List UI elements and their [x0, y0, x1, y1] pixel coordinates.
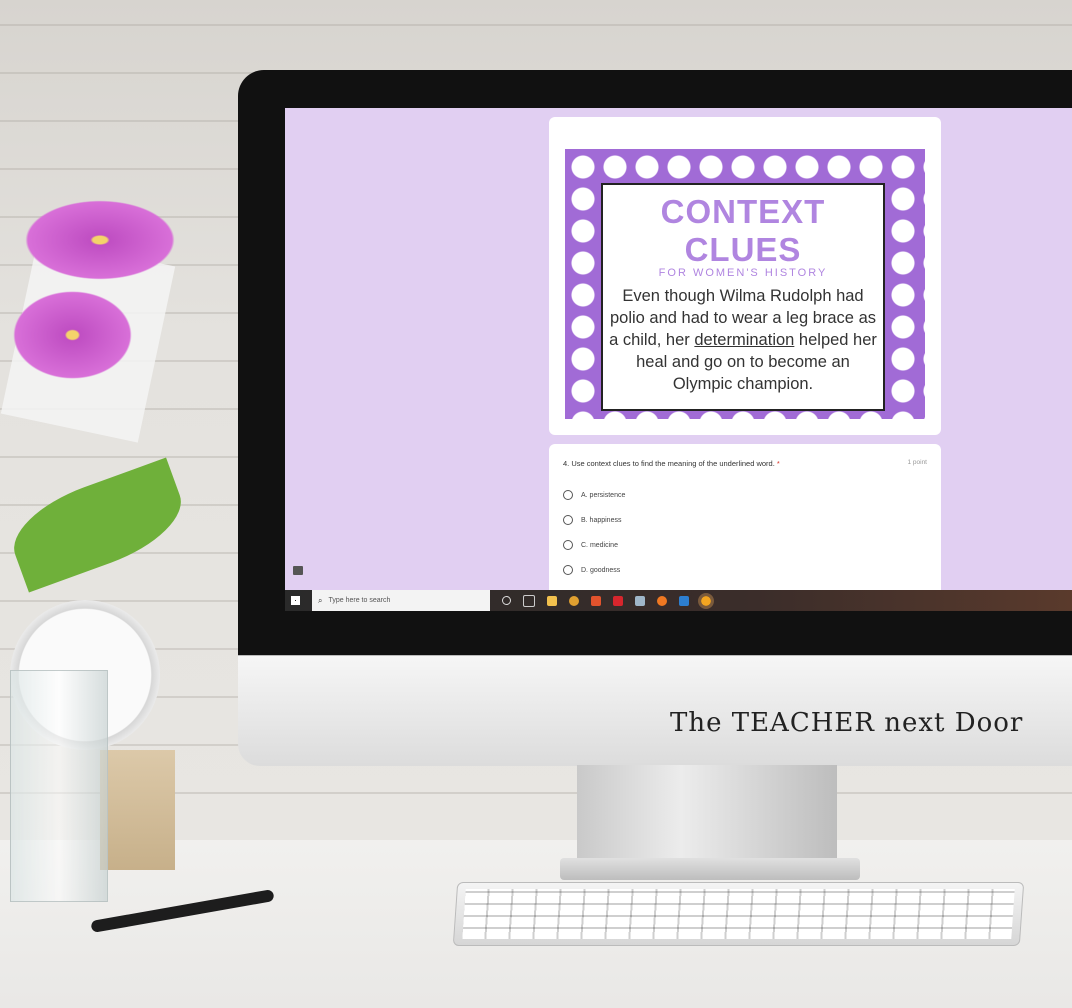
question-card: 4. Use context clues to find the meaning…	[549, 444, 941, 611]
taskbar-search[interactable]: ⌕ Type here to search	[312, 590, 490, 611]
keyboard	[452, 882, 1025, 946]
option-label: C. medicine	[581, 541, 618, 549]
option-a[interactable]: A. persistence	[563, 488, 625, 502]
option-label: B. happiness	[581, 516, 622, 524]
underlined-word: determination	[694, 331, 795, 349]
radio-button[interactable]	[563, 540, 573, 550]
brand-logo: The TEACHER next Door	[670, 708, 1024, 738]
wooden-box	[100, 750, 175, 870]
question-text: 4. Use context clues to find the meaning…	[563, 459, 775, 468]
card-passage: Even though Wilma Rudolph had polio and …	[603, 285, 883, 395]
option-label: A. persistence	[581, 491, 626, 499]
radio-button[interactable]	[563, 565, 573, 575]
search-placeholder: Type here to search	[328, 597, 391, 604]
chrome-icon[interactable]	[569, 595, 579, 606]
flower-2	[5, 285, 140, 385]
context-clues-card: CONTEXT CLUES FOR WOMEN'S HISTORY Even t…	[549, 117, 941, 435]
office-icon[interactable]	[591, 595, 601, 606]
option-label: D. goodness	[581, 566, 621, 574]
windows-start-icon[interactable]	[291, 596, 300, 605]
chrome-active-icon[interactable]	[698, 592, 714, 609]
feedback-icon[interactable]	[293, 566, 303, 575]
file-explorer-icon[interactable]	[547, 595, 557, 606]
search-icon: ⌕	[318, 595, 323, 605]
option-d[interactable]: D. goodness	[563, 563, 620, 577]
firefox-icon[interactable]	[657, 595, 667, 606]
water-glass	[10, 670, 108, 902]
task-view-icon[interactable]	[523, 594, 535, 607]
app-icon[interactable]	[635, 595, 645, 606]
radio-button[interactable]	[563, 515, 573, 525]
windows-taskbar: ⌕ Type here to search	[285, 590, 1072, 611]
acrobat-icon[interactable]	[613, 595, 623, 606]
radio-button[interactable]	[563, 490, 573, 500]
required-mark: *	[776, 459, 780, 468]
monitor-stand-foot	[560, 858, 860, 880]
screen: CONTEXT CLUES FOR WOMEN'S HISTORY Even t…	[285, 108, 1072, 611]
card-text-box: CONTEXT CLUES FOR WOMEN'S HISTORY Even t…	[601, 183, 885, 411]
question-points: 1 point	[907, 459, 927, 466]
monitor-stand	[577, 765, 837, 865]
question-header: 4. Use context clues to find the meaning…	[563, 459, 927, 468]
flower-1	[15, 195, 185, 285]
card-title: CONTEXT CLUES	[660, 193, 826, 268]
card-subtitle: FOR WOMEN'S HISTORY	[658, 267, 828, 279]
outlook-icon[interactable]	[679, 595, 689, 606]
option-c[interactable]: C. medicine	[563, 538, 618, 552]
cortana-icon[interactable]	[502, 596, 511, 605]
option-b[interactable]: B. happiness	[563, 513, 621, 527]
